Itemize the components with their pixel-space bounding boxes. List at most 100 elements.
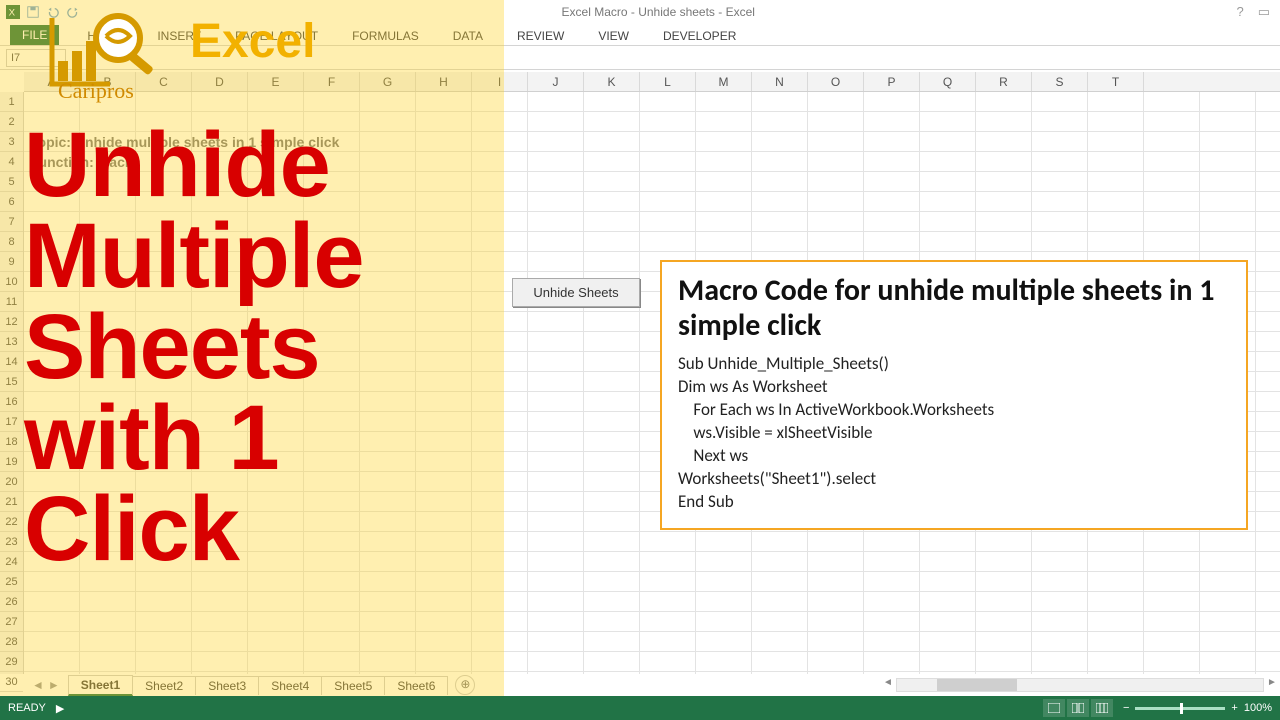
zoom-control: − + 100%: [1123, 702, 1272, 714]
view-buttons: [1043, 699, 1113, 717]
sheet-nav-next-icon[interactable]: ►: [48, 678, 60, 692]
column-header[interactable]: D: [192, 72, 248, 91]
column-header[interactable]: Q: [920, 72, 976, 91]
row-header[interactable]: 1: [0, 92, 23, 112]
headline-line-4: with 1: [24, 393, 364, 484]
row-header[interactable]: 21: [0, 492, 23, 512]
row-header[interactable]: 11: [0, 292, 23, 312]
row-header[interactable]: 27: [0, 612, 23, 632]
row-header[interactable]: 3: [0, 132, 23, 152]
row-header[interactable]: 18: [0, 432, 23, 452]
row-header[interactable]: 23: [0, 532, 23, 552]
row-header[interactable]: 30: [0, 672, 23, 692]
macro-code-panel: Macro Code for unhide multiple sheets in…: [660, 260, 1248, 530]
row-header[interactable]: 9: [0, 252, 23, 272]
scroll-thumb[interactable]: [937, 679, 1017, 691]
macro-record-icon[interactable]: ▶: [56, 702, 64, 715]
zoom-out-button[interactable]: −: [1123, 702, 1129, 714]
tab-view[interactable]: VIEW: [592, 27, 635, 45]
row-header[interactable]: 29: [0, 652, 23, 672]
row-header[interactable]: 10: [0, 272, 23, 292]
column-header[interactable]: I: [472, 72, 528, 91]
sheet-tab-strip: ◄ ► Sheet1 Sheet2 Sheet3 Sheet4 Sheet5 S…: [24, 674, 475, 696]
zoom-in-button[interactable]: +: [1231, 702, 1237, 714]
row-header[interactable]: 25: [0, 572, 23, 592]
sheet-tab-5[interactable]: Sheet5: [321, 676, 385, 695]
view-page-break-icon[interactable]: [1091, 699, 1113, 717]
overlay-brand-excel: Excel: [190, 14, 315, 69]
column-header[interactable]: F: [304, 72, 360, 91]
column-header[interactable]: J: [528, 72, 584, 91]
view-normal-icon[interactable]: [1043, 699, 1065, 717]
column-header[interactable]: O: [808, 72, 864, 91]
svg-text:X: X: [9, 8, 16, 19]
row-header[interactable]: 6: [0, 192, 23, 212]
column-header[interactable]: H: [416, 72, 472, 91]
sheet-tab-4[interactable]: Sheet4: [258, 676, 322, 695]
zoom-level[interactable]: 100%: [1244, 702, 1272, 714]
column-header[interactable]: M: [696, 72, 752, 91]
status-bar: READY ▶ − + 100%: [0, 696, 1280, 720]
row-header[interactable]: 22: [0, 512, 23, 532]
column-header[interactable]: S: [1032, 72, 1088, 91]
headline-line-3: Sheets: [24, 302, 364, 393]
scroll-right-icon[interactable]: ►: [1264, 677, 1280, 693]
row-header[interactable]: 19: [0, 452, 23, 472]
column-header[interactable]: E: [248, 72, 304, 91]
column-header[interactable]: R: [976, 72, 1032, 91]
column-header[interactable]: T: [1088, 72, 1144, 91]
sheet-nav-prev-icon[interactable]: ◄: [32, 678, 44, 692]
row-header[interactable]: 26: [0, 592, 23, 612]
tab-review[interactable]: REVIEW: [511, 27, 570, 45]
tab-data[interactable]: DATA: [447, 27, 489, 45]
macro-code-title: Macro Code for unhide multiple sheets in…: [678, 274, 1230, 343]
scroll-left-icon[interactable]: ◄: [880, 677, 896, 693]
row-headers: 1234567891011121314151617181920212223242…: [0, 92, 24, 674]
excel-window: X Excel Macro - Unhide sheets - Excel ? …: [0, 0, 1280, 720]
column-header[interactable]: K: [584, 72, 640, 91]
row-header[interactable]: 20: [0, 472, 23, 492]
row-header[interactable]: 14: [0, 352, 23, 372]
unhide-sheets-macro-button[interactable]: Unhide Sheets: [512, 278, 640, 307]
macro-code-body: Sub Unhide_Multiple_Sheets() Dim ws As W…: [678, 353, 1230, 514]
help-icon[interactable]: ?: [1236, 4, 1243, 20]
row-header[interactable]: 15: [0, 372, 23, 392]
overlay-headline: Unhide Multiple Sheets with 1 Click: [24, 120, 364, 575]
status-ready: READY: [8, 702, 46, 714]
view-page-layout-icon[interactable]: [1067, 699, 1089, 717]
sheet-tab-1[interactable]: Sheet1: [68, 675, 133, 696]
row-header[interactable]: 17: [0, 412, 23, 432]
row-header[interactable]: 7: [0, 212, 23, 232]
headline-line-1: Unhide: [24, 120, 364, 211]
sheet-tab-6[interactable]: Sheet6: [384, 676, 448, 695]
excel-icon: X: [6, 5, 20, 19]
column-headers: ABCDEFGHIJKLMNOPQRST: [24, 72, 1280, 92]
new-sheet-button[interactable]: ⊕: [455, 675, 475, 695]
row-header[interactable]: 13: [0, 332, 23, 352]
row-header[interactable]: 2: [0, 112, 23, 132]
column-header[interactable]: G: [360, 72, 416, 91]
row-header[interactable]: 24: [0, 552, 23, 572]
headline-line-5: Click: [24, 484, 364, 575]
scroll-track[interactable]: [896, 678, 1264, 692]
column-header[interactable]: P: [864, 72, 920, 91]
headline-line-2: Multiple: [24, 211, 364, 302]
tab-developer[interactable]: DEVELOPER: [657, 27, 742, 45]
sheet-nav[interactable]: ◄ ►: [24, 678, 68, 692]
sheet-tab-3[interactable]: Sheet3: [195, 676, 259, 695]
row-header[interactable]: 28: [0, 632, 23, 652]
save-icon[interactable]: [26, 5, 40, 19]
row-header[interactable]: 5: [0, 172, 23, 192]
column-header[interactable]: N: [752, 72, 808, 91]
horizontal-scrollbar[interactable]: ◄ ►: [880, 674, 1280, 696]
zoom-slider[interactable]: [1135, 707, 1225, 710]
sheet-tab-2[interactable]: Sheet2: [132, 676, 196, 695]
row-header[interactable]: 12: [0, 312, 23, 332]
tab-formulas[interactable]: FORMULAS: [346, 27, 425, 45]
row-header[interactable]: 16: [0, 392, 23, 412]
ribbon-display-options-icon[interactable]: ▭: [1258, 4, 1270, 20]
overlay-brand-sub: Caripros: [58, 78, 134, 104]
row-header[interactable]: 4: [0, 152, 23, 172]
column-header[interactable]: L: [640, 72, 696, 91]
row-header[interactable]: 8: [0, 232, 23, 252]
